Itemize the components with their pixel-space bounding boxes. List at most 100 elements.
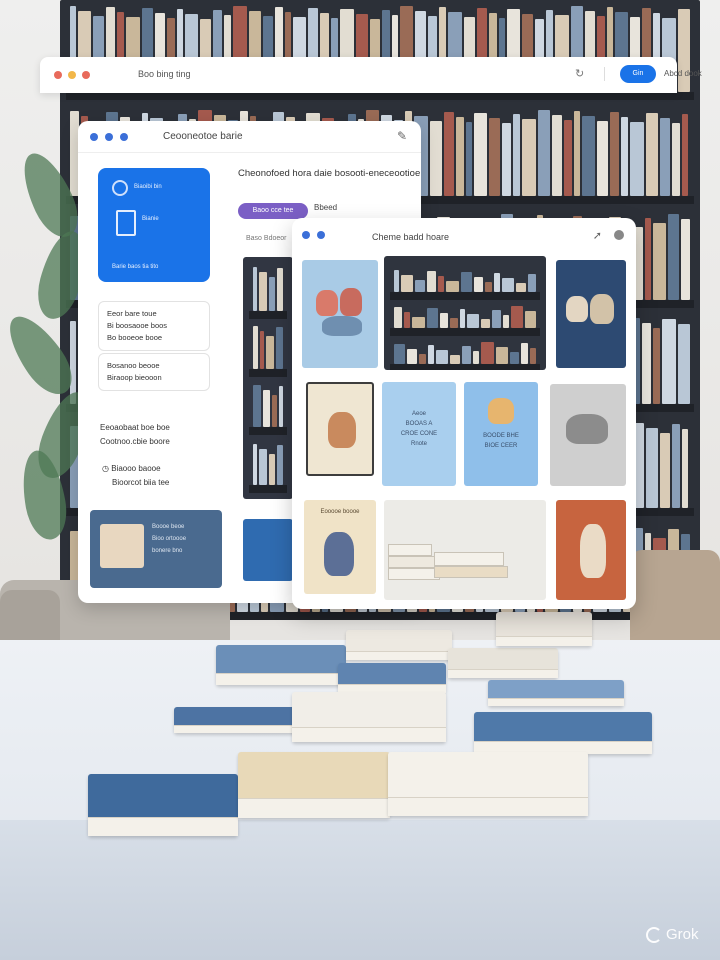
shelf-row (394, 264, 536, 292)
shelf-book (501, 278, 514, 292)
book-cover[interactable] (550, 384, 626, 486)
book-stack-image[interactable] (384, 500, 546, 600)
main-heading: Cheonofoed hora daie bosooti-eneceootioe (238, 168, 421, 179)
window-title: Cheme badd hoare (372, 232, 450, 242)
book-cover[interactable] (556, 500, 626, 600)
section-heading: Eeoaobaat boe boe (100, 423, 170, 432)
table-book (388, 752, 588, 816)
shelf-book (412, 317, 425, 328)
minimize-dot[interactable] (317, 231, 325, 239)
section-heading: Cootnoo.cbie boore (100, 437, 170, 446)
book-cover[interactable]: BOODE BHE BIOE CEER (464, 382, 538, 486)
primary-button[interactable]: Gin (620, 65, 656, 83)
shelf-book (610, 112, 619, 196)
window-controls[interactable] (54, 71, 90, 79)
shelf-book (520, 343, 529, 364)
shelf-book (653, 223, 667, 300)
shelf-book (435, 350, 448, 364)
window-title: Ceooneotoe barie (163, 131, 243, 142)
info-panel[interactable]: Bosanoo beooe Biraoop bieooon (98, 353, 210, 391)
shelf-book (266, 336, 275, 369)
shelf-book (672, 424, 680, 508)
preview-thumbnail[interactable]: Boooe beoe Bioo ortoooe bonere bno (90, 510, 222, 588)
shelf-book (460, 272, 472, 292)
shelf-book (597, 121, 608, 196)
panel-line: Eeor bare toue (107, 309, 157, 318)
shelf-book (473, 277, 484, 292)
featured-card[interactable]: Biaoibi bin Bianie Barie baos tia tito (98, 168, 210, 282)
shelf-book (653, 328, 661, 404)
shelf-book (672, 123, 680, 196)
shelf-board (66, 92, 694, 100)
shelf-book (522, 119, 536, 196)
share-icon[interactable]: ➚ (593, 229, 602, 242)
shelf-book (513, 114, 520, 196)
shelf-book (530, 348, 536, 364)
table-book (496, 612, 592, 646)
shelf-book (474, 113, 487, 196)
book-cover[interactable] (556, 260, 626, 368)
shelf-board (390, 292, 540, 300)
shelf-book (582, 116, 595, 196)
book-cover[interactable]: Aeoe BOOAS A CROE CONE Rnote (382, 382, 456, 486)
shelf-book (253, 444, 257, 485)
book-cover[interactable]: Eooooe boooe (304, 500, 376, 594)
shelf-board (249, 311, 287, 319)
more-icon[interactable] (614, 230, 624, 240)
shelf-book (630, 122, 644, 196)
close-dot[interactable] (302, 231, 310, 239)
shelf-book (263, 390, 270, 427)
shelf-book (426, 308, 438, 328)
shelf-row (253, 377, 283, 427)
minimize-dot[interactable] (68, 71, 76, 79)
header-link[interactable]: Abcd dook (664, 69, 714, 78)
shelf-row (253, 435, 283, 485)
shelf-row (394, 336, 536, 364)
maximize-dot[interactable] (82, 71, 90, 79)
shelf-book (678, 324, 690, 404)
tag-side-label: Bbeed (314, 203, 338, 212)
book-cover[interactable] (306, 382, 374, 476)
shelf-book (564, 120, 572, 196)
shelf-book (404, 312, 411, 328)
pencil-icon[interactable]: ✎ (397, 129, 407, 143)
shelf-book (668, 214, 680, 300)
list-item-label: Biaooo baooe (111, 464, 161, 473)
shelf-book (509, 352, 519, 364)
list-item-sub: Bioorcot biia tee (112, 478, 170, 487)
window-controls[interactable] (90, 133, 128, 141)
cover-text: CROE CONE (400, 431, 438, 437)
window-controls[interactable] (302, 231, 325, 239)
panel-line: Bosanoo beooe (107, 361, 160, 370)
shelf-book (394, 270, 400, 292)
shelf-book (481, 342, 495, 364)
shelf-book (279, 386, 283, 427)
shelf-book (401, 275, 414, 292)
shelf-book (407, 349, 417, 364)
thumbnail-caption: Bioo ortoooe (152, 536, 187, 542)
browser-window-front: Cheme badd hoare ➚ Aeoe BOOAS A CROE CON… (292, 218, 636, 609)
shelf-book (502, 315, 509, 328)
refresh-icon[interactable]: ↻ (575, 67, 584, 80)
close-dot[interactable] (54, 71, 62, 79)
maximize-dot[interactable] (120, 133, 128, 141)
shelf-book (449, 355, 461, 364)
bookshelf-image[interactable] (384, 256, 546, 370)
shelf-book (258, 449, 267, 485)
bookshelf-image[interactable] (243, 257, 293, 499)
list-item[interactable]: ◷ Biaooo baooe (102, 463, 161, 475)
card-label: Bianie (142, 216, 159, 222)
info-panel[interactable]: Eeor bare toue Bi boosaooe boos Bo booeo… (98, 301, 210, 351)
shelf-book (472, 351, 480, 364)
shelf-book (467, 314, 479, 328)
grok-logo-icon (646, 926, 662, 943)
panel-line: Bi boosaooe boos (107, 321, 168, 330)
close-dot[interactable] (90, 133, 98, 141)
book-thumbnail[interactable] (243, 519, 293, 581)
category-tag[interactable]: Baoo cce tee (238, 203, 308, 219)
table-edge (0, 820, 720, 960)
minimize-dot[interactable] (105, 133, 113, 141)
shelf-board (249, 427, 287, 435)
shelf-book (418, 354, 427, 364)
book-cover[interactable] (302, 260, 378, 368)
